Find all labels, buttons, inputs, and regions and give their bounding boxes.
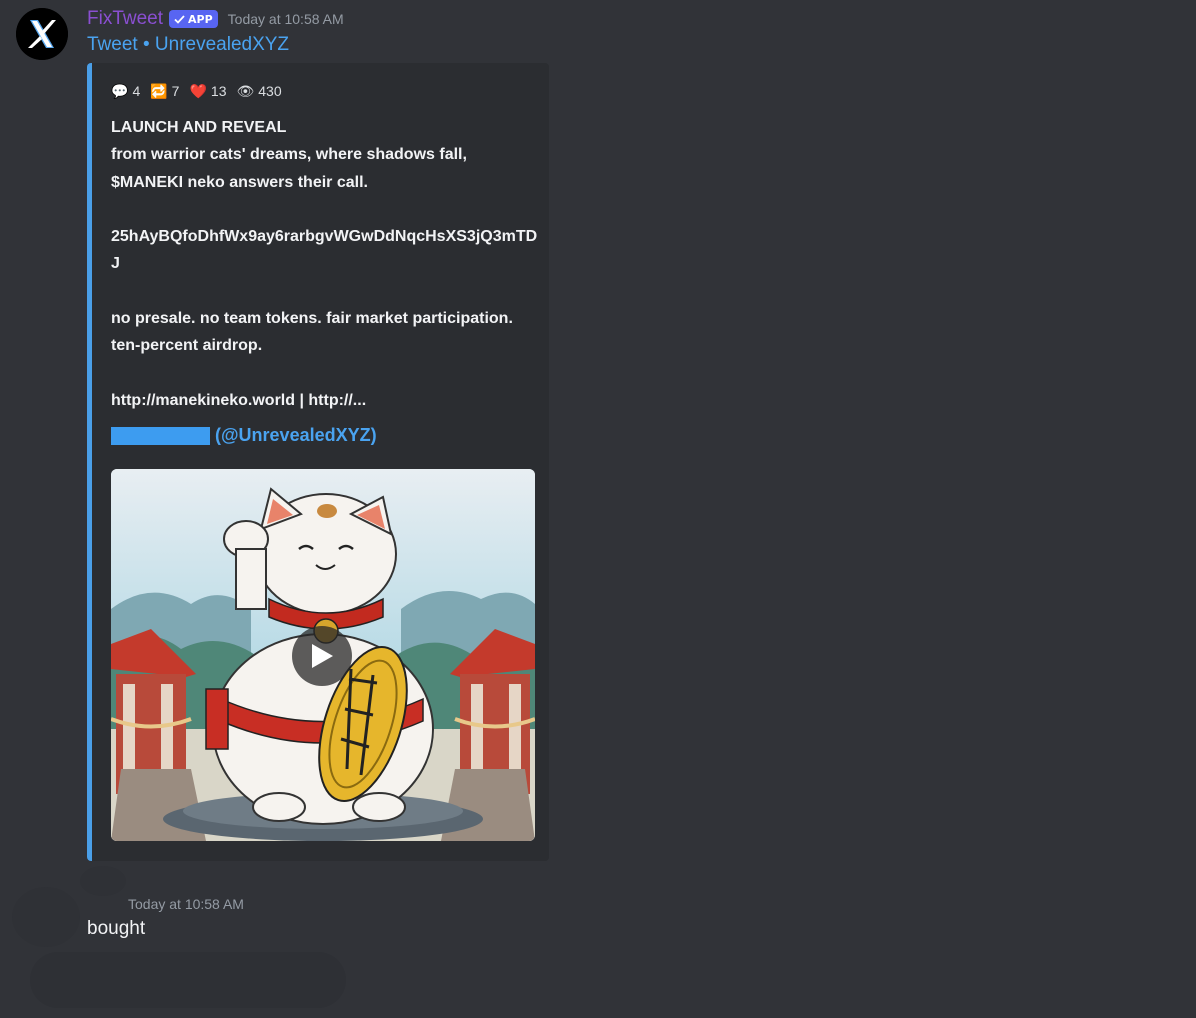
x-logo-icon xyxy=(16,8,68,60)
likes-count: 13 xyxy=(210,83,227,99)
tweet-body: LAUNCH AND REVEAL from warrior cats' dre… xyxy=(111,119,538,409)
redacted-display-name xyxy=(111,426,210,445)
app-badge-label: APP xyxy=(188,12,213,26)
fixtweet-avatar[interactable] xyxy=(16,8,68,60)
views-stat: 👁 430 xyxy=(236,83,281,99)
play-button[interactable] xyxy=(292,626,352,686)
tweet-link[interactable]: Tweet • UnrevealedXYZ xyxy=(87,34,289,56)
replies-count: 4 xyxy=(132,83,141,99)
reply-avatar-decoration xyxy=(80,866,126,896)
message-header: FixTweet APP Today at 10:58 AM xyxy=(87,8,344,30)
reply-timestamp[interactable]: Today at 10:58 AM xyxy=(128,896,244,912)
retweets-stat: 🔁 7 xyxy=(150,83,179,99)
app-badge: APP xyxy=(169,10,218,28)
heart-icon: ❤️ xyxy=(189,83,207,99)
reply-avatar[interactable] xyxy=(12,887,80,947)
reply-message-text: bought xyxy=(87,918,146,939)
author-handle[interactable]: (@UnrevealedXYZ) xyxy=(215,425,377,446)
play-icon xyxy=(312,644,333,668)
retweet-icon: 🔁 xyxy=(150,83,168,99)
tweet-author[interactable]: (@UnrevealedXYZ) xyxy=(111,425,377,446)
checkmark-icon xyxy=(174,14,185,24)
tweet-video[interactable] xyxy=(111,469,535,841)
tweet-stats: 💬 4 🔁 7 ❤️ 13 👁 430 xyxy=(111,83,292,99)
replies-stat: 💬 4 xyxy=(111,83,140,99)
message-timestamp[interactable]: Today at 10:58 AM xyxy=(228,11,344,27)
blurred-element xyxy=(30,952,346,1008)
likes-stat: ❤️ 13 xyxy=(189,83,226,99)
retweets-count: 7 xyxy=(171,83,180,99)
speech-bubble-icon: 💬 xyxy=(111,83,129,99)
tweet-embed: 💬 4 🔁 7 ❤️ 13 👁 430 LAUNCH AND REVEAL fr… xyxy=(87,63,549,861)
username[interactable]: FixTweet xyxy=(87,8,163,30)
eye-icon: 👁 xyxy=(236,83,255,99)
views-count: 430 xyxy=(258,83,282,99)
